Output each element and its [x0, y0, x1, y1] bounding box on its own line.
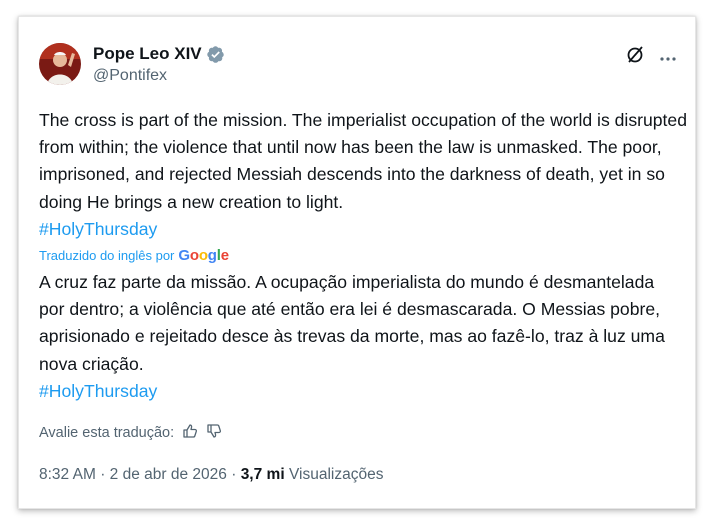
grok-icon[interactable]	[625, 45, 645, 70]
author-handle[interactable]: @Pontifex	[93, 67, 167, 85]
translated-text: A cruz faz parte da missão. A ocupação i…	[39, 269, 679, 405]
tweet-body: The cross is part of the mission. The im…	[39, 110, 688, 212]
meta-separator: ·	[100, 466, 106, 483]
more-options-icon[interactable]	[659, 49, 677, 67]
tweet-card: Pope Leo XIV @Pontifex The cross is part…	[18, 16, 696, 509]
rate-translation: Avalie esta tradução:	[39, 423, 222, 443]
views-count: 3,7 mi	[240, 466, 285, 483]
tweet-time[interactable]: 8:32 AM	[39, 466, 96, 483]
author-row: Pope Leo XIV	[93, 43, 225, 65]
verified-badge-icon	[206, 45, 225, 64]
tweet-hashtag-link[interactable]: #HolyThursday	[39, 216, 689, 243]
translated-by-link[interactable]: Traduzido do inglês por Google	[39, 247, 229, 264]
translation-body: A cruz faz parte da missão. A ocupação i…	[39, 272, 665, 374]
translation-hashtag-link[interactable]: #HolyThursday	[39, 378, 679, 405]
avatar[interactable]	[39, 43, 81, 85]
tweet-date[interactable]: 2 de abr de 2026	[110, 466, 227, 483]
top-actions	[625, 45, 677, 70]
tweet-text: The cross is part of the mission. The im…	[39, 107, 689, 243]
author-name[interactable]: Pope Leo XIV	[93, 44, 202, 64]
rate-translation-label: Avalie esta tradução:	[39, 425, 175, 441]
thumbs-up-icon[interactable]	[182, 423, 198, 443]
translated-by-label: Traduzido do inglês por	[39, 248, 175, 263]
thumbs-down-icon[interactable]	[206, 423, 222, 443]
tweet-meta: 8:32 AM · 2 de abr de 2026 · 3,7 mi Visu…	[39, 466, 383, 484]
meta-separator-2: ·	[231, 466, 237, 483]
views-label: Visualizações	[288, 466, 384, 483]
google-logo: Google	[178, 247, 229, 264]
